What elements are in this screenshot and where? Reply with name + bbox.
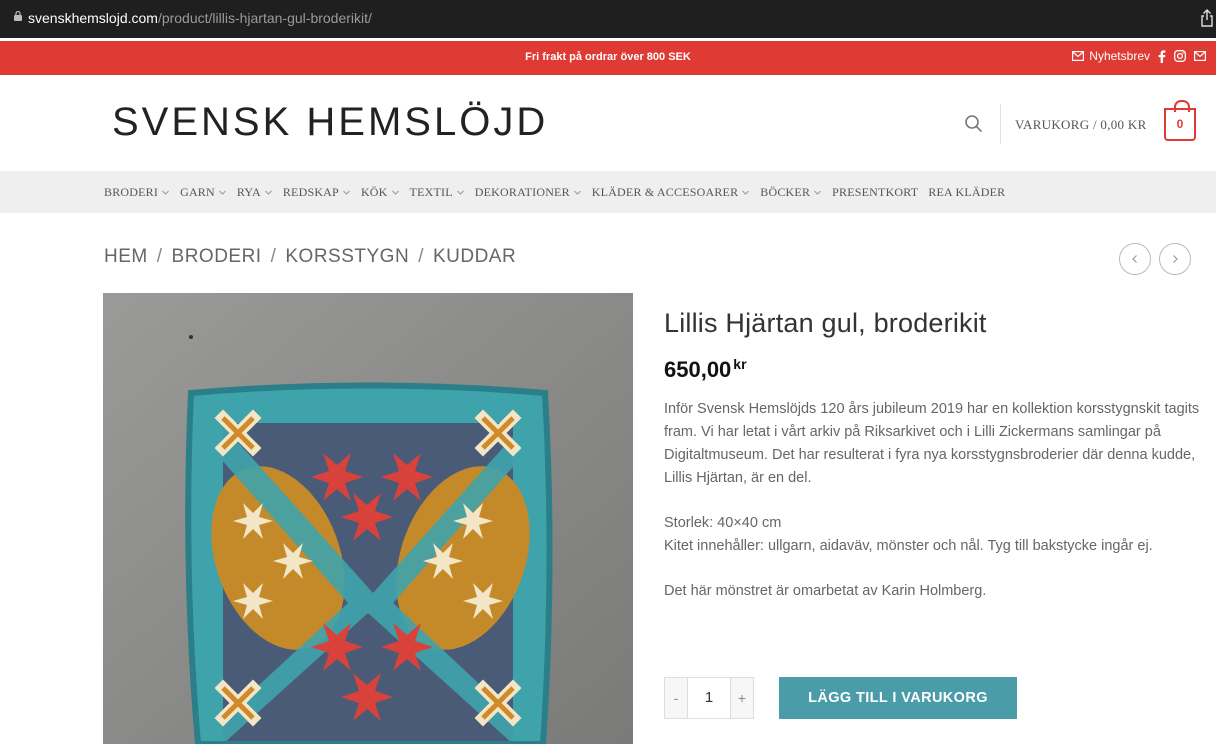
facebook-icon[interactable] [1158,49,1166,63]
quantity-stepper: - 1 + [664,677,754,719]
nav-item-label: RYA [236,185,261,199]
search-icon[interactable] [964,114,984,134]
site-logo[interactable]: SVENSK HEMSLÖJD [112,100,548,145]
nav-item-label: DEKORATIONER [474,185,570,199]
top-bar: Fri frakt på ordrar över 800 SEK Nyhetsb… [0,41,1216,75]
size-text: Storlek: 40×40 cm [664,515,782,531]
nav-item-label: KLÄDER & ACCESOARER [591,185,739,199]
url-text[interactable]: svenskhemslojd.com/product/lillis-hjarta… [28,10,372,26]
instagram-icon[interactable] [1174,50,1186,62]
nav-item-presentkort[interactable]: PRESENTKORT [832,185,918,200]
nav-item-label: BRODERI [104,185,159,199]
nav-item-redskap[interactable]: REDSKAP [283,185,351,200]
free-shipping-promo: Fri frakt på ordrar över 800 SEK [525,51,691,63]
chevron-down-icon [456,190,464,195]
nav-item-textil[interactable]: TEXTIL [410,185,465,200]
price-amount: 650,00 [664,357,732,382]
main-navigation: BRODERI GARN RYA REDSKAP KÖK TEXTIL DEKORATION… [0,171,1216,213]
share-icon[interactable] [1200,9,1214,27]
chevron-down-icon [219,190,226,195]
nav-item-rea-kläder[interactable]: REA KLÄDER [928,185,1005,200]
nav-item-label: REDSKAP [282,185,339,199]
url-path: /product/lillis-hjartan-gul-broderikit/ [157,10,372,26]
chevron-left-icon [1132,255,1137,263]
chevron-down-icon [391,190,399,195]
kit-contents-text: Kitet innehåller: ullgarn, aidaväv, möns… [664,538,1153,554]
nav-item-dekorationer[interactable]: DEKORATIONER [475,185,582,200]
nav-item-garn[interactable]: GARN [180,185,227,200]
product-title: Lillis Hjärtan gul, broderikit [664,308,987,338]
chevron-down-icon [162,190,169,195]
breadcrumb: HEM / BRODERI / KORSSTYGN / KUDDAR [104,246,516,268]
cart-count-badge[interactable]: 0 [1164,100,1196,141]
product-price: 650,00 kr [664,356,747,383]
nav-item-kläder-accesoarer[interactable]: KLÄDER & ACCESOARER [592,185,750,200]
nav-item-label: KÖK [360,185,388,199]
cushion-illustration [103,293,633,744]
header-divider [1000,104,1001,144]
next-product-button[interactable] [1159,243,1191,275]
breadcrumb-separator: / [418,246,424,267]
product-description: Inför Svensk Hemslöjds 120 års jubileum … [664,398,1204,625]
chevron-down-icon [573,190,581,195]
email-icon[interactable] [1194,51,1206,61]
top-bar-links: Nyhetsbrev [1072,49,1206,63]
chevron-down-icon [343,190,350,195]
breadcrumb-item[interactable]: HEM [104,246,148,267]
nav-item-broderi[interactable]: BRODERI [104,185,170,200]
envelope-icon [1072,51,1085,61]
breadcrumb-separator: / [156,246,163,267]
breadcrumb-item[interactable]: BRODERI [172,246,262,267]
breadcrumb-item[interactable]: KORSSTYGN [285,246,409,267]
cart-link[interactable]: VARUKORG / 0,00 KR [1015,117,1147,133]
description-paragraph: Inför Svensk Hemslöjds 120 års jubileum … [664,401,1200,486]
pattern-credit: Det här mönstret är omarbetat av Karin H… [664,583,987,599]
nav-item-label: GARN [180,185,215,199]
product-image[interactable] [103,293,633,744]
previous-product-button[interactable] [1119,243,1151,275]
quantity-minus-button[interactable]: - [665,678,687,718]
nav-list: BRODERI GARN RYA REDSKAP KÖK TEXTIL DEKORATION… [104,185,1005,200]
newsletter-link[interactable]: Nyhetsbrev [1072,49,1150,63]
chevron-down-icon [264,190,272,195]
add-to-cart-button[interactable]: LÄGG TILL I VARUKORG [779,677,1017,719]
browser-url-bar[interactable]: svenskhemslojd.com/product/lillis-hjarta… [0,0,1216,38]
chevron-right-icon [1173,255,1178,263]
nav-item-böcker[interactable]: BÖCKER [760,185,822,200]
quantity-plus-button[interactable]: + [731,678,753,718]
description-details: Storlek: 40×40 cm Kitet innehåller: ullga… [664,512,1204,558]
chevron-down-icon [742,190,750,195]
nav-item-label: BÖCKER [760,185,811,199]
nav-item-label: REA KLÄDER [928,185,1006,199]
price-currency: kr [733,356,747,372]
breadcrumb-item[interactable]: KUDDAR [433,246,516,267]
breadcrumb-separator: / [270,246,277,267]
nav-item-label: PRESENTKORT [832,185,919,199]
nav-item-label: TEXTIL [409,185,453,199]
lock-icon [14,11,22,21]
quantity-input[interactable]: 1 [687,678,731,718]
chevron-down-icon [814,190,822,195]
nav-item-rya[interactable]: RYA [237,185,273,200]
url-domain: svenskhemslojd.com [28,10,158,26]
newsletter-label: Nyhetsbrev [1089,49,1150,63]
nav-item-kök[interactable]: KÖK [361,185,400,200]
